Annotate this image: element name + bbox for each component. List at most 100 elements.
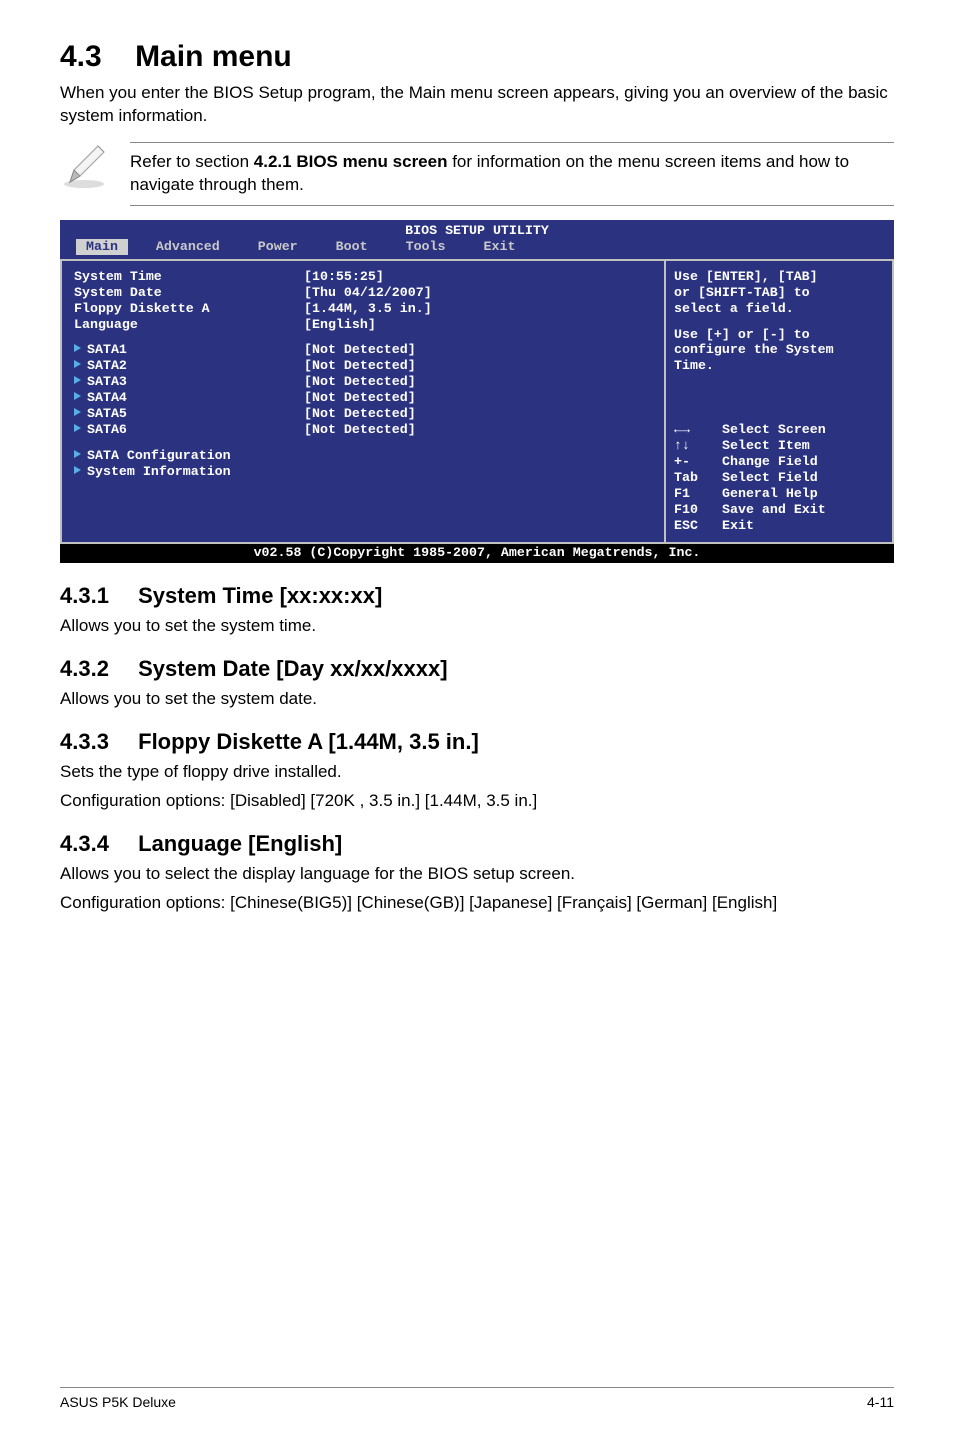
key-pm-text: Change Field (722, 454, 818, 470)
help-line: select a field. (674, 301, 884, 317)
lbl-sata6: SATA6 (87, 422, 127, 437)
section-title: Main menu (135, 40, 292, 73)
pencil-icon (60, 142, 108, 195)
key-esc-text: Exit (722, 518, 754, 534)
sub-num: 4.3.1 (60, 583, 132, 609)
bios-menu: Main Advanced Power Boot Tools Exit (60, 239, 894, 259)
key-tab: Tab (674, 470, 722, 486)
help-keys: ←→Select Screen ↑↓Select Item +-Change F… (674, 422, 884, 534)
tab-tools[interactable]: Tools (396, 239, 456, 255)
tab-exit[interactable]: Exit (474, 239, 526, 255)
lbl-sata1: SATA1 (87, 342, 127, 357)
key-tab-text: Select Field (722, 470, 818, 486)
help-line: Time. (674, 358, 884, 374)
lbl-sata2: SATA2 (87, 358, 127, 373)
help-line: Use [ENTER], [TAB] (674, 269, 884, 285)
key-f10: F10 (674, 502, 722, 518)
note-bold: 4.2.1 BIOS menu screen (254, 152, 448, 171)
sub-num: 4.3.4 (60, 831, 132, 857)
sub-desc: Configuration options: [Chinese(BIG5)] [… (60, 892, 894, 915)
key-lr: ←→ (674, 422, 722, 438)
row-sata5[interactable]: SATA5 [Not Detected] (74, 406, 654, 422)
help-line: or [SHIFT-TAB] to (674, 285, 884, 301)
sub-title: Floppy Diskette A [1.44M, 3.5 in.] (138, 729, 479, 754)
key-ud: ↑↓ (674, 438, 722, 454)
lbl-floppy: Floppy Diskette A (74, 301, 304, 317)
row-system-info[interactable]: System Information (74, 464, 654, 480)
tab-boot[interactable]: Boot (326, 239, 378, 255)
val-sata2: [Not Detected] (304, 358, 416, 374)
lbl-system-time: System Time (74, 269, 304, 285)
val-sata1: [Not Detected] (304, 342, 416, 358)
note-prefix: Refer to section (130, 152, 254, 171)
row-sata1[interactable]: SATA1 [Not Detected] (74, 342, 654, 358)
note: Refer to section 4.2.1 BIOS menu screen … (60, 142, 894, 206)
triangle-icon (74, 466, 81, 474)
help-line: Use [+] or [-] to (674, 327, 884, 343)
val-sata3: [Not Detected] (304, 374, 416, 390)
lbl-system-date: System Date (74, 285, 304, 301)
row-sata2[interactable]: SATA2 [Not Detected] (74, 358, 654, 374)
sub-desc: Configuration options: [Disabled] [720K … (60, 790, 894, 813)
val-system-time: [10:55:25] (304, 269, 384, 285)
key-pm: +- (674, 454, 722, 470)
val-sata4: [Not Detected] (304, 390, 416, 406)
tab-advanced[interactable]: Advanced (146, 239, 230, 255)
bios-footer: v02.58 (C)Copyright 1985-2007, American … (60, 544, 894, 563)
lbl-sata3: SATA3 (87, 374, 127, 389)
row-sata6[interactable]: SATA6 [Not Detected] (74, 422, 654, 438)
key-f10-text: Save and Exit (722, 502, 826, 518)
triangle-icon (74, 392, 81, 400)
sub-desc: Sets the type of floppy drive installed. (60, 761, 894, 784)
sub-heading: 4.3.2 System Date [Day xx/xx/xxxx] (60, 656, 894, 682)
row-system-time[interactable]: System Time [10:55:25] (74, 269, 654, 285)
bios-left-panel: System Time [10:55:25] System Date [Thu … (60, 259, 664, 544)
val-system-date: [Thu 04/12/2007] (304, 285, 432, 301)
key-lr-text: Select Screen (722, 422, 826, 438)
tab-power[interactable]: Power (248, 239, 308, 255)
bios-title: BIOS SETUP UTILITY (60, 220, 894, 239)
sub-num: 4.3.3 (60, 729, 132, 755)
key-f1: F1 (674, 486, 722, 502)
row-sata4[interactable]: SATA4 [Not Detected] (74, 390, 654, 406)
key-f1-text: General Help (722, 486, 818, 502)
lbl-sata4: SATA4 (87, 390, 127, 405)
row-sata-config[interactable]: SATA Configuration (74, 448, 654, 464)
triangle-icon (74, 344, 81, 352)
val-sata6: [Not Detected] (304, 422, 416, 438)
triangle-icon (74, 450, 81, 458)
footer-left: ASUS P5K Deluxe (60, 1394, 176, 1410)
sub-num: 4.3.2 (60, 656, 132, 682)
section-number: 4.3 (60, 40, 102, 73)
row-floppy[interactable]: Floppy Diskette A [1.44M, 3.5 in.] (74, 301, 654, 317)
row-system-date[interactable]: System Date [Thu 04/12/2007] (74, 285, 654, 301)
lbl-language: Language (74, 317, 304, 333)
lbl-sata-config: SATA Configuration (87, 448, 231, 463)
triangle-icon (74, 408, 81, 416)
bios-screen: BIOS SETUP UTILITY Main Advanced Power B… (60, 220, 894, 563)
val-language: [English] (304, 317, 376, 333)
sub-title: System Time [xx:xx:xx] (138, 583, 382, 608)
row-language[interactable]: Language [English] (74, 317, 654, 333)
lbl-system-info: System Information (87, 464, 231, 479)
tab-main[interactable]: Main (76, 239, 128, 255)
row-sata3[interactable]: SATA3 [Not Detected] (74, 374, 654, 390)
val-floppy: [1.44M, 3.5 in.] (304, 301, 432, 317)
lbl-sata5: SATA5 (87, 406, 127, 421)
footer-right: 4-11 (867, 1394, 894, 1410)
sub-title: System Date [Day xx/xx/xxxx] (138, 656, 447, 681)
section-intro: When you enter the BIOS Setup program, t… (60, 82, 894, 128)
sub-heading: 4.3.1 System Time [xx:xx:xx] (60, 583, 894, 609)
triangle-icon (74, 376, 81, 384)
triangle-icon (74, 424, 81, 432)
key-ud-text: Select Item (722, 438, 810, 454)
bios-help-panel: Use [ENTER], [TAB] or [SHIFT-TAB] to sel… (664, 259, 894, 544)
sub-desc: Allows you to set the system time. (60, 615, 894, 638)
sub-heading: 4.3.3 Floppy Diskette A [1.44M, 3.5 in.] (60, 729, 894, 755)
help-line: configure the System (674, 342, 884, 358)
triangle-icon (74, 360, 81, 368)
sub-desc: Allows you to set the system date. (60, 688, 894, 711)
val-sata5: [Not Detected] (304, 406, 416, 422)
sub-title: Language [English] (138, 831, 342, 856)
note-text: Refer to section 4.2.1 BIOS menu screen … (130, 142, 894, 206)
